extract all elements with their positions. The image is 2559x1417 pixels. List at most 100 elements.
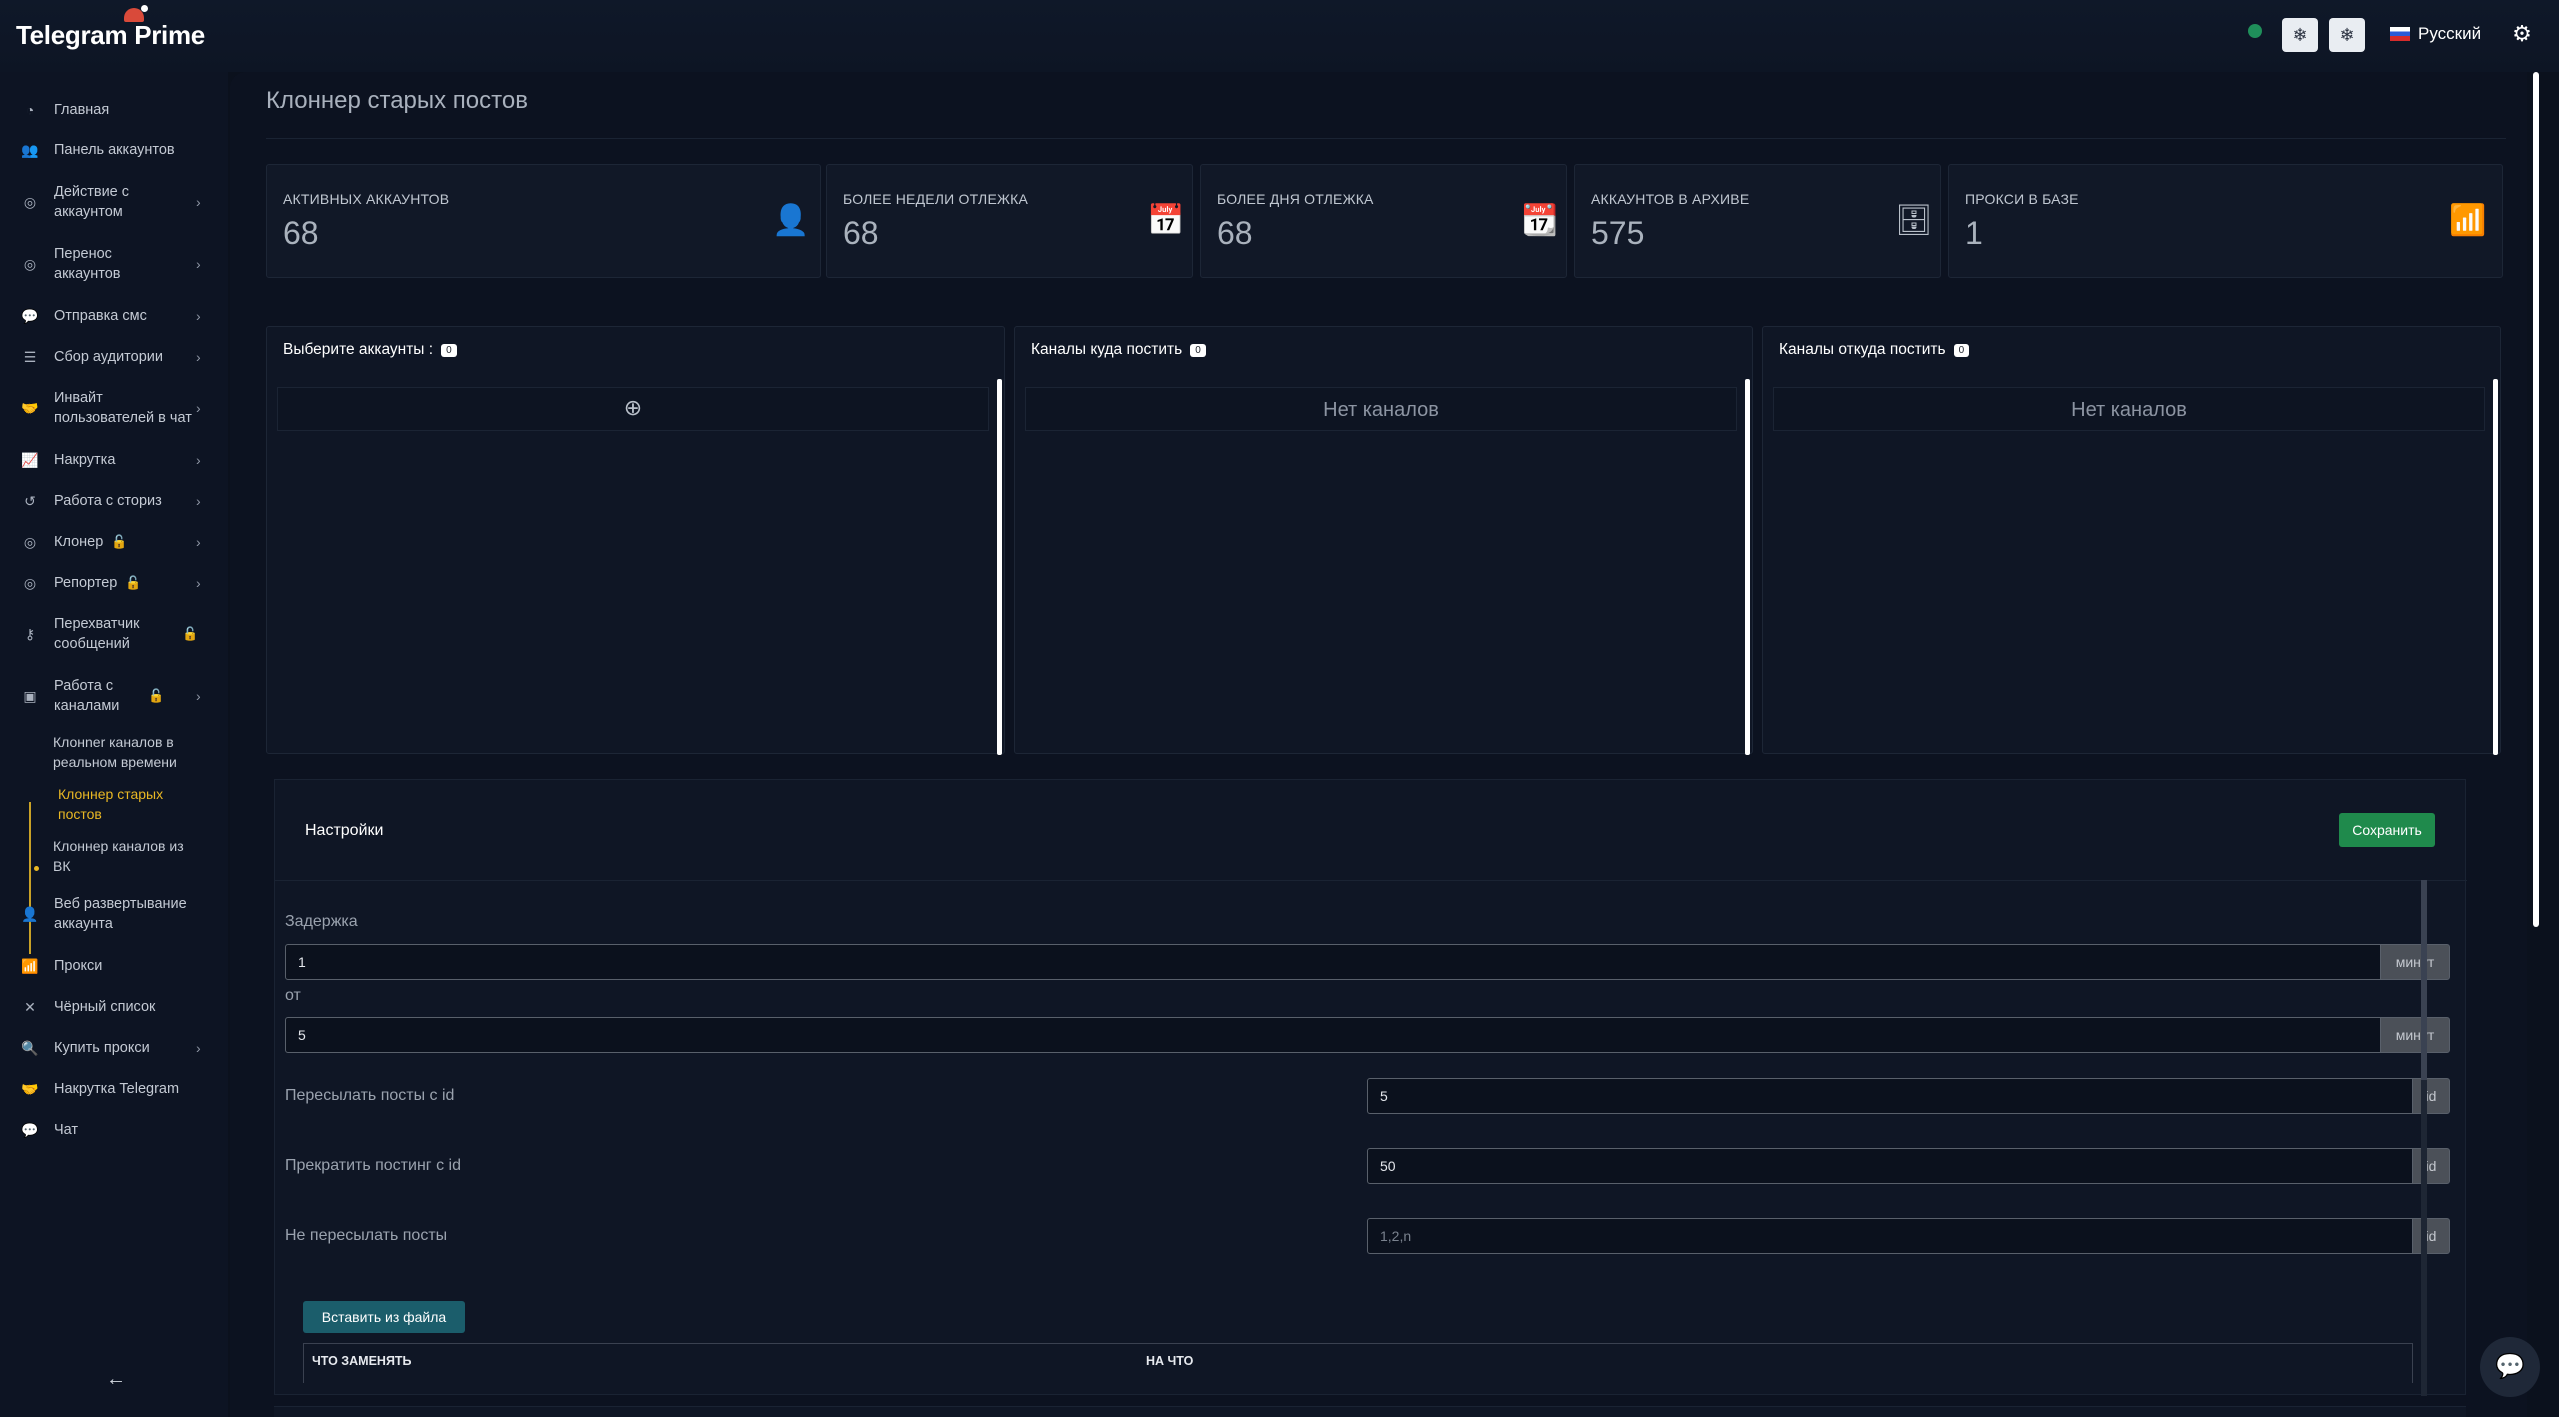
scrollbar[interactable]	[997, 379, 1002, 755]
app-logo[interactable]: Telegram Prime	[16, 20, 205, 51]
sidebar-item-sms[interactable]: 💬 Отправка смс ›	[0, 306, 228, 326]
language-label: Русский	[2418, 24, 2482, 43]
insert-from-file-button[interactable]: Вставить из файла	[303, 1301, 465, 1333]
scrollbar[interactable]	[1745, 379, 1750, 755]
gear-icon[interactable]: ⚙	[2510, 22, 2534, 46]
channel-icon: ▣	[23, 688, 37, 704]
skip-posts-unit: id	[2412, 1218, 2450, 1254]
sidebar-item-stories[interactable]: ↺ Работа с сториз ›	[0, 491, 228, 511]
santa-hat-icon	[124, 5, 148, 22]
plus-circle-icon[interactable]: ⊕	[278, 388, 988, 428]
stat-label: ПРОКСИ В БАЗЕ	[1965, 191, 2079, 207]
delay-input[interactable]	[285, 944, 2381, 980]
forward-from-input[interactable]	[1367, 1078, 2413, 1114]
forward-from-unit: id	[2412, 1078, 2450, 1114]
chevron-right-icon: ›	[196, 493, 201, 509]
sidebar-item-label: Действие с аккаунтом	[54, 184, 130, 220]
forward-from-label: Пересылать посты с id	[285, 1087, 455, 1104]
sidebar-item-audience[interactable]: ☰ Сбор аудитории ›	[0, 347, 228, 367]
sidebar-item-invite[interactable]: 🤝 Инвайт пользователей в чат ›	[0, 388, 228, 428]
sidebar-item-label: Чёрный список	[54, 999, 156, 1015]
chevron-right-icon: ›	[196, 452, 201, 468]
clone-icon: ◎	[23, 534, 37, 550]
replace-table: ЧТО ЗАМЕНЯТЬ НА ЧТО	[303, 1343, 2413, 1383]
unlock-icon: 🔓	[182, 626, 199, 641]
source-channels-panel: Каналы откуда постить 0 Нет каналов	[1762, 326, 2501, 755]
stop-posting-unit: id	[2412, 1148, 2450, 1184]
chat-icon: 💬	[21, 1122, 39, 1138]
settings-scrollbar-thumb[interactable]	[2421, 880, 2427, 1080]
sidebar-item-label: Репортер	[54, 575, 118, 591]
chevron-right-icon: ›	[196, 349, 201, 365]
sidebar-item-label: Чат	[54, 1122, 79, 1138]
sidebar-item-interceptor[interactable]: ⚷ Перехватчик сообщений 🔓	[0, 614, 228, 654]
sidebar-item-label: Инвайт пользователей в чат	[54, 390, 192, 426]
sidebar-item-account-actions[interactable]: ◎ Действие с аккаунтом ›	[0, 182, 228, 222]
sidebar-item-reporter[interactable]: ◎ Репортер 🔓 ›	[0, 573, 228, 593]
chat-bubble-button[interactable]: 💬	[2480, 1337, 2540, 1397]
snowflake-toggle-button[interactable]: ❄	[2282, 18, 2318, 52]
sidebar-item-accounts-panel[interactable]: 👥 Панель аккаунтов	[0, 140, 228, 160]
sidebar-item-boost[interactable]: 📈 Накрутка ›	[0, 450, 228, 470]
handshake-icon: 🤝	[21, 400, 39, 416]
add-account-row[interactable]: ⊕	[277, 387, 989, 431]
language-selector[interactable]: Русский	[2390, 24, 2481, 44]
sidebar-item-proxy[interactable]: 📶 Прокси	[0, 956, 228, 976]
page-scrollbar[interactable]	[2533, 72, 2539, 927]
chevron-right-icon: ›	[196, 308, 201, 324]
user-circle-icon: ◎	[23, 194, 37, 210]
save-button[interactable]: Сохранить	[2339, 813, 2435, 847]
sidebar-item-label: Сбор аудитории	[54, 349, 163, 365]
panel-header: Выберите аккаунты : 0	[283, 341, 457, 359]
sidebar-item-label: Веб развертывание аккаунта	[54, 896, 187, 932]
from-input[interactable]	[285, 1017, 2381, 1053]
unlock-icon: 🔓	[111, 534, 128, 549]
collapse-sidebar-arrow-icon[interactable]: ←	[106, 1368, 126, 1391]
channel-list-row: Нет каналов	[1773, 387, 2485, 431]
settings-title: Настройки	[305, 822, 384, 839]
users-icon: 👥	[21, 142, 39, 158]
sidebar-item-channels[interactable]: ▣ Работа с каналами 🔓 ›	[0, 676, 228, 716]
snowflake-toggle-button-2[interactable]: ❄	[2329, 18, 2365, 52]
accounts-panel: Выберите аккаунты : 0 ⊕	[266, 326, 1005, 755]
sidebar-item-label: Работа с сториз	[54, 493, 162, 509]
history-icon: ↺	[24, 493, 36, 509]
count-badge: 0	[441, 343, 457, 357]
unlock-icon: 🔓	[148, 688, 165, 703]
sidebar-item-label: Перехватчик сообщений	[54, 616, 140, 652]
status-indicator	[2248, 24, 2262, 38]
sidebar-subitem-old-posts-cloner[interactable]: Клоннер старых постов	[58, 784, 208, 824]
sidebar-item-home[interactable]: ◔ Главная	[0, 100, 228, 120]
sidebar-item-label: Панель аккаунтов	[54, 142, 175, 158]
sidebar-item-label: Перенос аккаунтов	[54, 246, 121, 282]
count-badge: 0	[1190, 343, 1206, 357]
panel-title: Каналы откуда постить	[1779, 341, 1946, 358]
stat-value: 68	[1217, 215, 1253, 251]
sidebar-item-buy-proxy[interactable]: 🔍 Купить прокси ›	[0, 1038, 228, 1058]
sidebar-item-label: Отправка смс	[54, 308, 147, 324]
sidebar-subitem-realtime-cloner[interactable]: Клонner каналов в реальном времени	[53, 732, 203, 772]
sidebar-item-blacklist[interactable]: ✕ Чёрный список	[0, 997, 228, 1017]
sidebar-item-telegram-boost[interactable]: 🤝 Накрутка Telegram	[0, 1079, 228, 1099]
stop-posting-input[interactable]	[1367, 1148, 2413, 1184]
sidebar-item-account-transfer[interactable]: ◎ Перенос аккаунтов ›	[0, 244, 228, 284]
target-channels-panel: Каналы куда постить 0 Нет каналов	[1014, 326, 1753, 755]
sidebar-item-web-deploy[interactable]: 👤 Веб развертывание аккаунта	[0, 894, 228, 934]
table-header-what: ЧТО ЗАМЕНЯТЬ	[312, 1354, 412, 1368]
calendar-icon: 📆	[1521, 204, 1559, 237]
stat-value: 68	[283, 215, 319, 251]
chart-icon: 📈	[21, 452, 39, 468]
chevron-right-icon: ›	[196, 194, 201, 210]
skip-posts-input[interactable]	[1367, 1218, 2413, 1254]
stop-posting-label: Прекратить постинг с id	[285, 1157, 461, 1174]
sidebar-item-cloner[interactable]: ◎ Клонер 🔓 ›	[0, 532, 228, 552]
sidebar-item-chat[interactable]: 💬 Чат	[0, 1120, 228, 1140]
sidebar-item-label: Клонер	[54, 534, 104, 550]
scrollbar[interactable]	[2493, 379, 2498, 755]
sidebar-subitem-vk-cloner[interactable]: Клоннер каналов из ВК	[53, 836, 203, 876]
database-icon: ☰	[23, 349, 37, 365]
panel-title: Каналы куда постить	[1031, 341, 1183, 358]
stat-card-archived: АККАУНТОВ В АРХИВЕ 575 🗄	[1574, 164, 1941, 278]
chevron-right-icon: ›	[196, 575, 201, 591]
settings-card: Настройки Сохранить Задержка минут от ми…	[274, 779, 2467, 1396]
